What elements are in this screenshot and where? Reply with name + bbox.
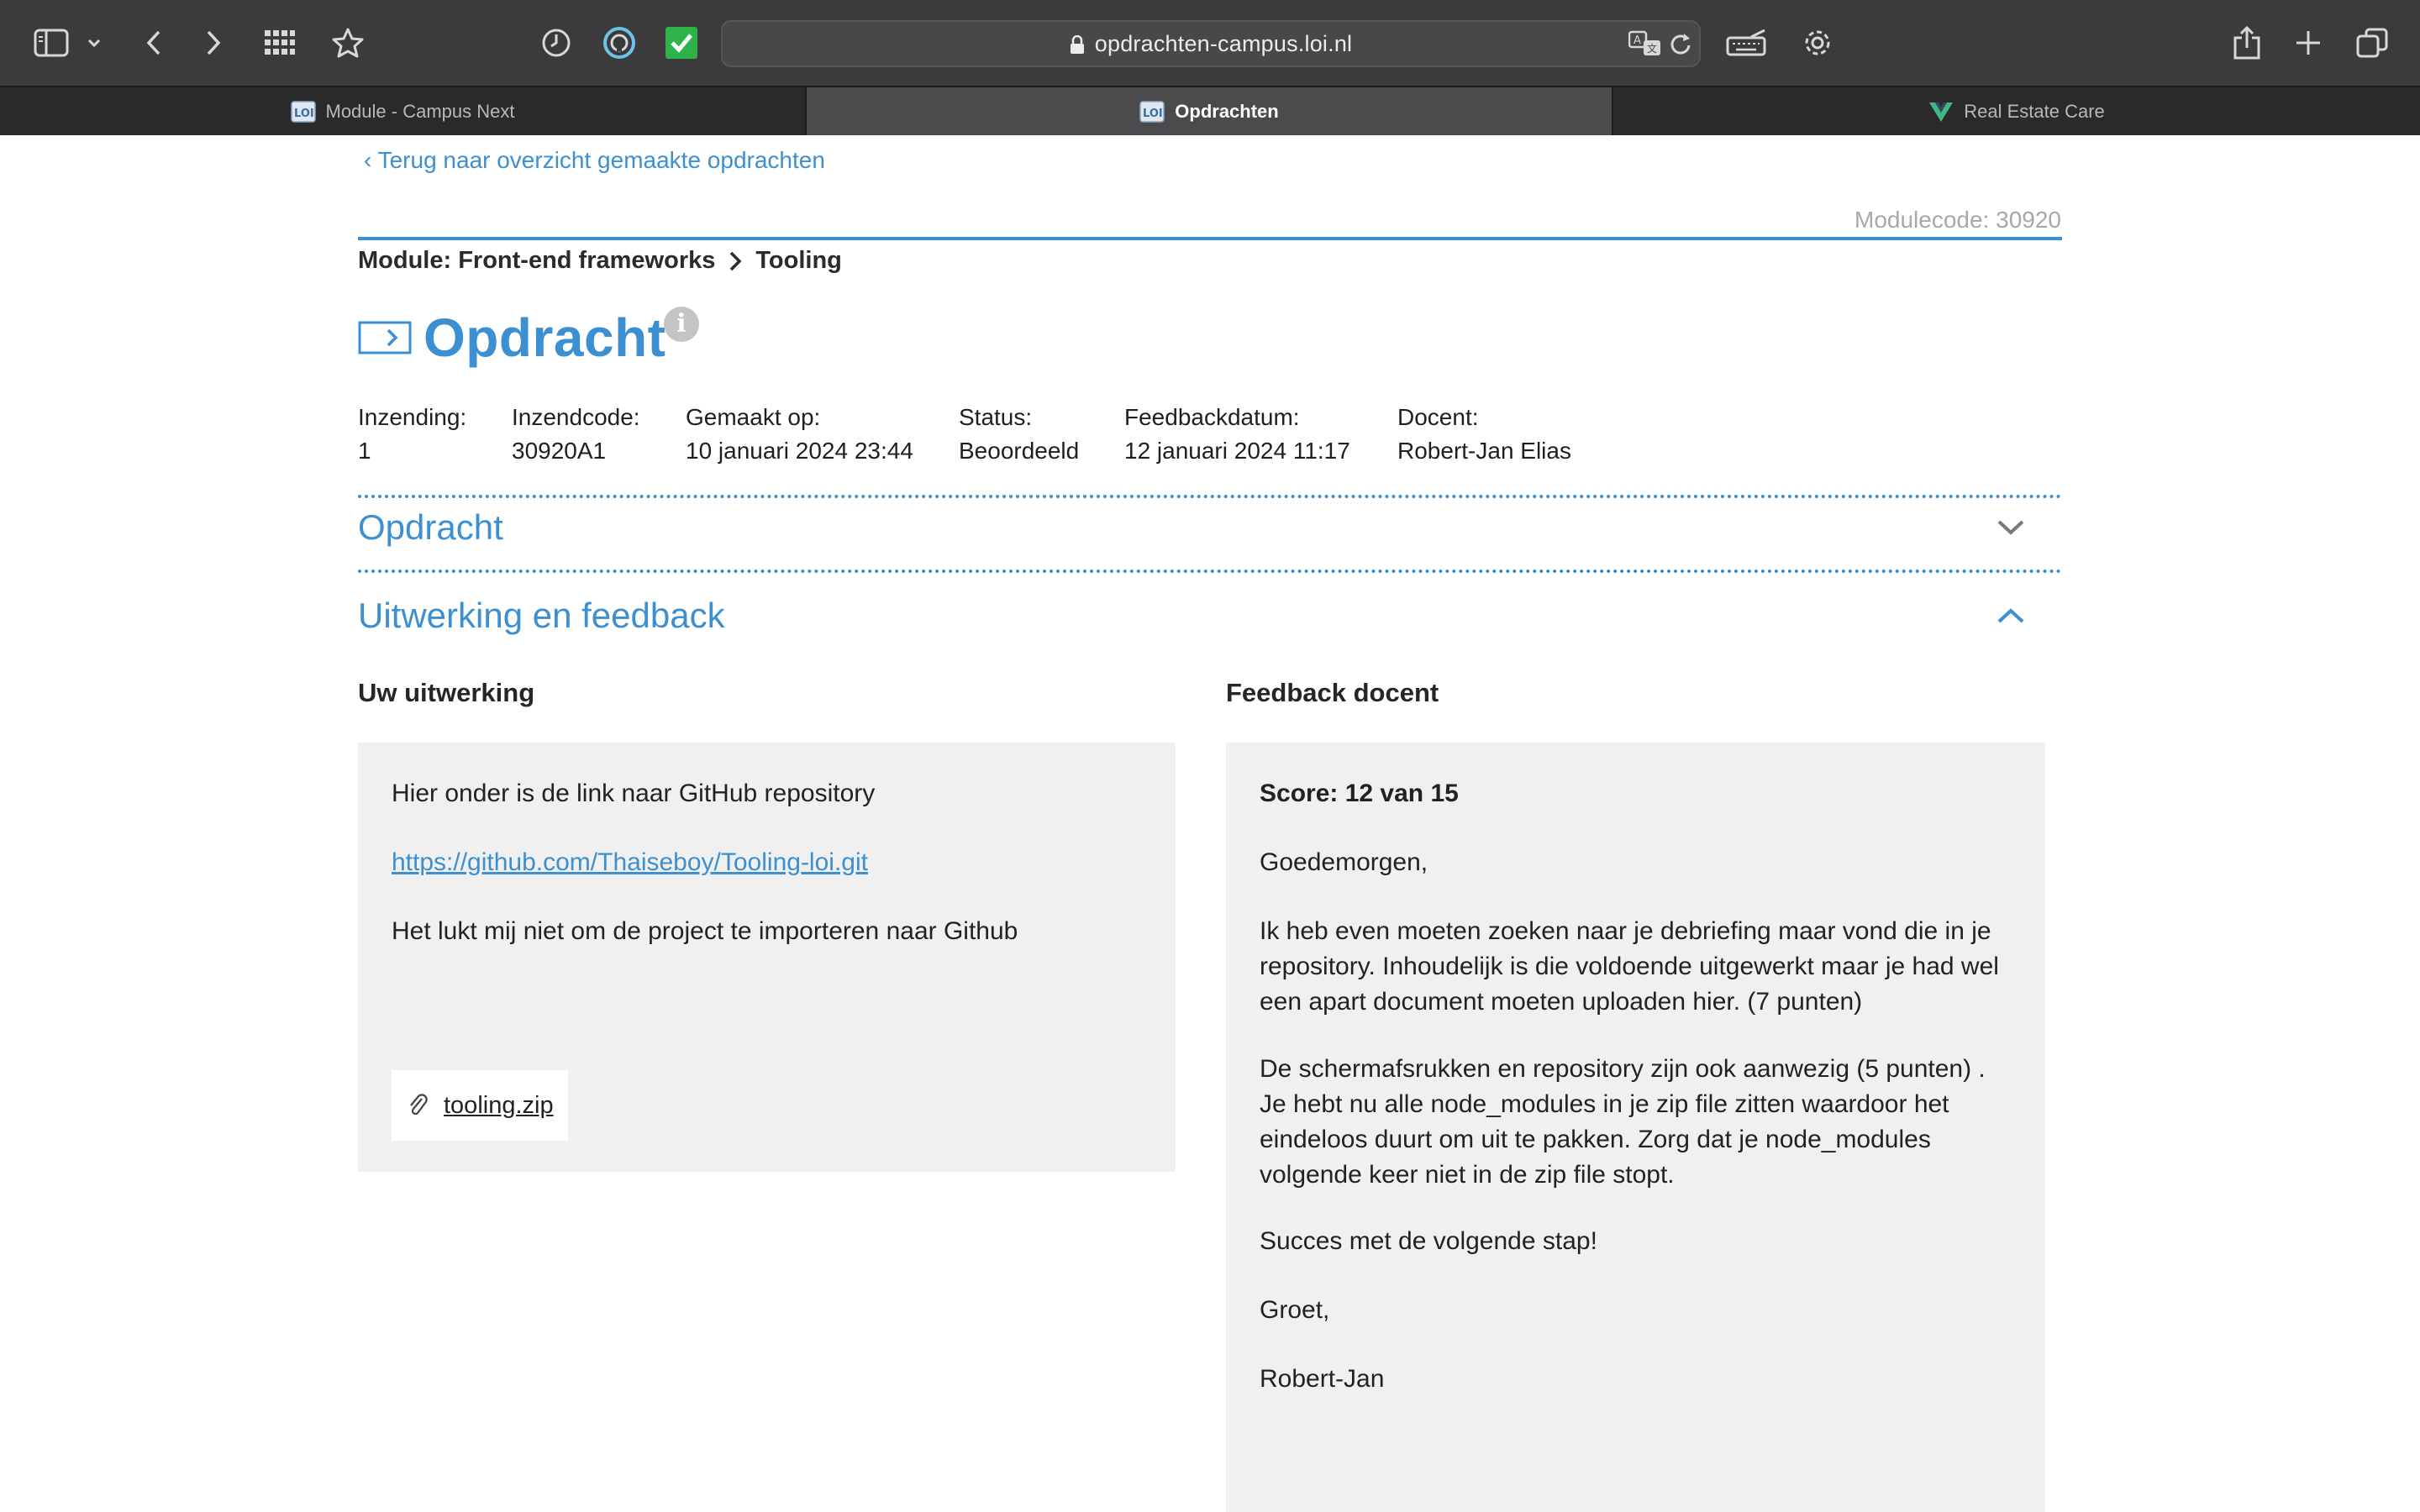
- meta-inzending: Inzending: 1: [358, 401, 466, 468]
- meta-value: Beoordeeld: [959, 438, 1080, 464]
- page-title: Opdracht: [424, 307, 666, 368]
- meta-status: Status: Beoordeeld: [959, 401, 1079, 468]
- back-link[interactable]: ‹ Terug naar overzicht gemaakte opdracht…: [364, 147, 825, 174]
- accordion-opdracht[interactable]: Opdracht: [358, 498, 2062, 557]
- accordion-title: Opdracht: [358, 507, 503, 547]
- feedback-line: eindeloos duurt om uit te pakken. Zorg d…: [1260, 1126, 1931, 1153]
- chevron-down-icon[interactable]: [1996, 518, 2025, 537]
- history-icon[interactable]: [533, 19, 580, 66]
- meta-value: 30920A1: [512, 438, 607, 464]
- meta-label: Docent:: [1397, 404, 1479, 430]
- feedback-line: Ik heb even moeten zoeken naar je debrie…: [1260, 917, 1991, 945]
- translate-icon[interactable]: A文: [1628, 30, 1662, 61]
- breadcrumb: Module: Front-end frameworks Tooling: [358, 247, 842, 275]
- paperclip-icon: [410, 1094, 428, 1116]
- tab-label: Module - Campus Next: [325, 100, 515, 122]
- meta-gemaakt-op: Gemaakt op: 10 januari 2024 23:44: [686, 401, 913, 468]
- reload-icon[interactable]: [1669, 32, 1692, 61]
- plus-icon[interactable]: [2285, 19, 2332, 66]
- uitwerking-text: Hier onder is de link naar GitHub reposi…: [392, 780, 876, 807]
- accordion-uitwerking[interactable]: Uitwerking en feedback: [358, 586, 2062, 645]
- url-text: opdrachten-campus.loi.nl: [1094, 31, 1353, 56]
- tab-module-campus-next[interactable]: LOI Module - Campus Next: [0, 87, 805, 135]
- svg-text:LOI: LOI: [294, 108, 314, 120]
- feedback-heading: Feedback docent: [1226, 678, 1439, 707]
- keyboard-icon[interactable]: [1722, 19, 1772, 66]
- breadcrumb-module[interactable]: Module: Front-end frameworks: [358, 247, 715, 275]
- meta-label: Status:: [959, 404, 1033, 430]
- share-icon[interactable]: [2223, 19, 2270, 66]
- uitwerking-card: Hier onder is de link naar GitHub reposi…: [358, 743, 1176, 1172]
- uitwerking-text: Het lukt mij niet om de project te impor…: [392, 917, 1018, 945]
- meta-docent: Docent: Robert-Jan Elias: [1397, 401, 1571, 468]
- meta-label: Inzending:: [358, 404, 467, 430]
- grid-icon[interactable]: [256, 19, 303, 66]
- svg-text:A: A: [1634, 34, 1641, 47]
- assignment-icon: [358, 321, 412, 354]
- modulecode: Modulecode: 30920: [1854, 207, 2061, 233]
- attachment-name[interactable]: tooling.zip: [444, 1092, 554, 1120]
- accordion-title: Uitwerking en feedback: [358, 596, 725, 635]
- tab-label: Opdrachten: [1175, 100, 1279, 122]
- back-icon[interactable]: [130, 19, 177, 66]
- tabs-icon[interactable]: [2349, 19, 2396, 66]
- feedback-closing: Succes met de volgende stap!: [1260, 1227, 1597, 1255]
- feedback-signature: Robert-Jan: [1260, 1365, 1385, 1393]
- vue-icon: [1929, 102, 1954, 122]
- meta-label: Feedbackdatum:: [1124, 404, 1300, 430]
- chevron-right-icon: [730, 251, 742, 270]
- attachment-file[interactable]: tooling.zip: [392, 1070, 568, 1141]
- feedback-line: De schermafsrukken en repository zijn oo…: [1260, 1055, 1986, 1083]
- svg-text:文: 文: [1647, 42, 1657, 55]
- address-bar[interactable]: opdrachten-campus.loi.nl A文: [721, 20, 1701, 67]
- github-link[interactable]: https://github.com/Thaiseboy/Tooling-loi…: [392, 845, 868, 880]
- header-divider: [358, 237, 2062, 240]
- star-icon[interactable]: [324, 19, 371, 66]
- meta-value: 1: [358, 438, 371, 464]
- breadcrumb-current: Tooling: [755, 247, 842, 274]
- loi-icon: LOI: [1139, 100, 1165, 123]
- meta-value: Robert-Jan Elias: [1397, 438, 1571, 464]
- github-link-text[interactable]: https://github.com/Thaiseboy/Tooling-loi…: [392, 848, 868, 876]
- svg-text:LOI: LOI: [1143, 108, 1163, 120]
- feedback-line: repository. Inhoudelijk is die voldoende…: [1260, 953, 1999, 980]
- info-icon[interactable]: i: [664, 307, 699, 342]
- score: Score: 12 van 15: [1260, 780, 1459, 807]
- checkmark-icon[interactable]: [658, 19, 705, 66]
- feedback-line: Je hebt nu alle node_modules in je zip f…: [1260, 1090, 1949, 1118]
- tab-label: Real Estate Care: [1964, 100, 2105, 122]
- chevron-down-icon[interactable]: [76, 19, 113, 66]
- feedback-closing: Groet,: [1260, 1296, 1330, 1324]
- meta-feedbackdatum: Feedbackdatum: 12 januari 2024 11:17: [1124, 401, 1350, 468]
- lock-icon: [1070, 24, 1085, 54]
- loi-icon: LOI: [290, 100, 316, 123]
- meta-label: Inzendcode:: [512, 404, 640, 430]
- sidebar-icon[interactable]: [28, 19, 75, 66]
- browser-toolbar: opdrachten-campus.loi.nl A文: [0, 0, 2420, 86]
- meta-inzendcode: Inzendcode: 30920A1: [512, 401, 640, 468]
- feedback-card: Score: 12 van 15 Goedemorgen, Ik heb eve…: [1226, 743, 2045, 1512]
- meta-value: 10 januari 2024 23:44: [686, 438, 913, 464]
- feedback-paragraph: De schermafsrukken en repository zijn oo…: [1260, 1052, 1986, 1193]
- feedback-line: volgende keer niet in de zip file stopt.: [1260, 1161, 1675, 1189]
- forward-icon[interactable]: [190, 19, 237, 66]
- tab-opdrachten[interactable]: LOI Opdrachten: [807, 87, 1612, 135]
- meta-label: Gemaakt op:: [686, 404, 821, 430]
- feedback-line: een apart document moeten uploaden hier.…: [1260, 988, 1863, 1016]
- feedback-greeting: Goedemorgen,: [1260, 848, 1428, 876]
- meta-value: 12 januari 2024 11:17: [1124, 438, 1350, 464]
- title-row: Opdracht: [358, 302, 666, 374]
- tab-bar: LOI Module - Campus Next LOI Opdrachten …: [0, 86, 2420, 135]
- feedback-paragraph: Ik heb even moeten zoeken naar je debrie…: [1260, 914, 1999, 1020]
- shield-icon[interactable]: [596, 19, 643, 66]
- page-content: ‹ Terug naar overzicht gemaakte opdracht…: [0, 135, 2420, 1512]
- section-divider: [358, 570, 2062, 573]
- chevron-up-icon[interactable]: [1996, 606, 2025, 625]
- uitwerking-heading: Uw uitwerking: [358, 678, 535, 707]
- tab-real-estate-care[interactable]: Real Estate Care: [1613, 87, 2420, 135]
- gear-icon[interactable]: [1794, 19, 1841, 66]
